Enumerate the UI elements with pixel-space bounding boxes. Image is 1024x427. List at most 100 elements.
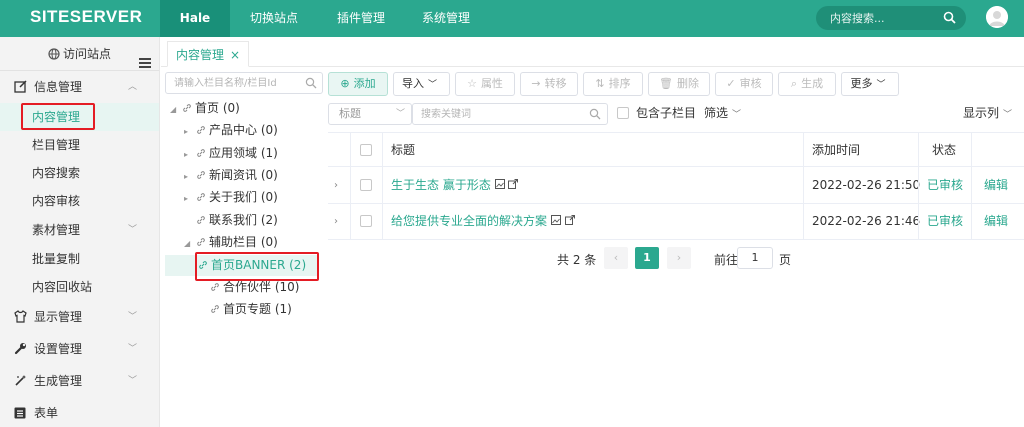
row-checkbox[interactable] (360, 179, 372, 191)
caret-right-icon[interactable]: ▸ (184, 188, 196, 209)
highlight-banner-node (195, 252, 319, 281)
content-search-input[interactable] (830, 6, 940, 30)
page-number-current[interactable]: 1 (635, 247, 659, 269)
sidebar-group-generate[interactable]: 生成管理 ﹀ (0, 365, 159, 397)
pagination-total: 共 2 条 (557, 253, 597, 267)
table-row[interactable]: › 生于生态 赢于形态 2022-02-26 21:50 已审核 编辑 (328, 168, 1024, 204)
caret-down-icon[interactable]: ◢ (184, 233, 196, 254)
add-button[interactable]: ⊕ 添加 (328, 72, 388, 96)
table-header: 标题 添加时间 状态 (328, 132, 1024, 167)
table-row[interactable]: › 给您提供专业全面的解决方案 2022-02-26 21:46 已审核 编辑 (328, 204, 1024, 240)
tree-node-news[interactable]: ▸ 新闻资讯 (0) (184, 165, 278, 186)
more-button[interactable]: 更多 ﹀ (841, 72, 899, 96)
close-icon[interactable]: × (230, 48, 240, 62)
nav-plugin-manage[interactable]: 插件管理 (318, 0, 404, 37)
sidebar-item-batch-copy[interactable]: 批量复制 (0, 245, 159, 273)
star-icon: ☆ (467, 77, 477, 90)
row-edit-link[interactable]: 编辑 (984, 204, 1008, 239)
sidebar-group-settings[interactable]: 设置管理 ﹀ (0, 333, 159, 365)
list-icon (14, 399, 28, 427)
select-all-checkbox[interactable] (360, 144, 372, 156)
filter-dropdown[interactable]: 筛选 ﹀ (704, 104, 741, 121)
expand-row-icon[interactable]: › (334, 204, 338, 239)
chevron-down-icon: ﹀ (127, 376, 137, 386)
row-edit-link[interactable]: 编辑 (984, 168, 1008, 203)
user-avatar[interactable] (986, 6, 1008, 28)
goto-page-input[interactable]: 1 (737, 247, 773, 269)
chevron-up-icon: ︿ (127, 82, 137, 92)
prev-page-button[interactable]: ‹ (604, 247, 628, 269)
sidebar-item-recycle[interactable]: 内容回收站 (0, 273, 159, 301)
include-children-checkbox[interactable] (617, 107, 629, 119)
tree-node-topics[interactable]: 首页专题 (1) (210, 299, 292, 320)
generate-button[interactable]: ⌕ 生成 (778, 72, 836, 96)
sidebar-group-info[interactable]: 信息管理 ︿ (0, 71, 159, 103)
image-icon (550, 214, 561, 228)
link-icon (196, 188, 206, 209)
caret-right-icon[interactable]: ▸ (184, 121, 196, 142)
row-title-link[interactable]: 生于生态 赢于形态 (391, 178, 491, 192)
tab-content-manage[interactable]: 内容管理 × (167, 41, 250, 67)
tree-node-home[interactable]: ◢ 首页 (0) (170, 98, 240, 119)
sidebar-group-forms[interactable]: 表单 (0, 397, 159, 427)
keyword-input[interactable] (421, 104, 581, 124)
channel-search-box (165, 72, 323, 94)
field-select[interactable]: 标题 ﹀ (328, 103, 412, 125)
delete-button[interactable]: 🗑 删除 (648, 72, 710, 96)
link-icon (182, 99, 192, 120)
arrow-right-icon: → (531, 77, 541, 90)
link-icon (196, 211, 206, 232)
col-status-header: 状态 (932, 143, 957, 157)
external-link-icon[interactable] (508, 178, 519, 192)
search-icon[interactable] (589, 108, 601, 123)
sidebar-item-content-search[interactable]: 内容搜索 (0, 159, 159, 187)
top-nav: Hale 切换站点 插件管理 系统管理 (160, 0, 488, 37)
tree-node-products[interactable]: ▸ 产品中心 (0) (184, 120, 278, 141)
sidebar-item-content-review[interactable]: 内容审核 (0, 187, 159, 215)
chevron-down-icon: ﹀ (1003, 110, 1013, 120)
nav-site-hale[interactable]: Hale (160, 0, 230, 37)
review-button[interactable]: ✓ 审核 (715, 72, 773, 96)
chevron-down-icon: ﹀ (127, 344, 137, 354)
caret-down-icon[interactable]: ◢ (170, 99, 182, 120)
row-status-badge: 已审核 (927, 214, 964, 228)
search-icon[interactable] (943, 11, 956, 27)
row-checkbox[interactable] (360, 215, 372, 227)
row-title-link[interactable]: 给您提供专业全面的解决方案 (391, 214, 547, 228)
nav-system-manage[interactable]: 系统管理 (404, 0, 488, 37)
sidebar: 访问站点 信息管理 ︿ 内容管理 栏目管理 内容搜索 内容审核 素材管理 ﹀ 批量… (0, 37, 160, 427)
wrench-icon (14, 335, 28, 367)
content-search-box (816, 6, 966, 30)
tree-node-contact[interactable]: 联系我们 (2) (184, 210, 278, 231)
caret-right-icon[interactable]: ▸ (184, 144, 196, 165)
external-link-icon[interactable] (564, 214, 575, 228)
channel-search-input[interactable] (174, 73, 304, 93)
next-page-button[interactable]: › (667, 247, 691, 269)
row-title-cell: 生于生态 赢于形态 (391, 168, 519, 203)
chevron-down-icon: ﹀ (876, 80, 886, 90)
tree-node-about[interactable]: ▸ 关于我们 (0) (184, 187, 278, 208)
magnifier-icon: ⌕ (790, 77, 798, 90)
sidebar-group-display[interactable]: 显示管理 ﹀ (0, 301, 159, 333)
tree-node-applications[interactable]: ▸ 应用领域 (1) (184, 143, 278, 164)
sort-button[interactable]: ⇅ 排序 (583, 72, 643, 96)
show-columns-dropdown[interactable]: 显示列 ﹀ (963, 104, 1012, 121)
nav-switch-site[interactable]: 切换站点 (230, 0, 318, 37)
caret-right-icon[interactable]: ▸ (184, 166, 196, 187)
keyword-search-box (412, 103, 608, 125)
transfer-button[interactable]: → 转移 (520, 72, 578, 96)
tree-node-aux[interactable]: ◢ 辅助栏目 (0) (184, 232, 278, 253)
check-circle-icon: ✓ (726, 77, 736, 90)
col-title-header: 标题 (391, 143, 416, 157)
sidebar-item-channel-manage[interactable]: 栏目管理 (0, 131, 159, 159)
col-added-header[interactable]: 添加时间 (812, 133, 860, 168)
attributes-button[interactable]: ☆ 属性 (455, 72, 515, 96)
sidebar-group-label: 信息管理 (34, 80, 83, 94)
expand-row-icon[interactable]: › (334, 168, 338, 203)
visit-site-bar[interactable]: 访问站点 (0, 37, 159, 71)
search-icon[interactable] (305, 77, 317, 92)
siteserver-logo[interactable]: SITESERVER (30, 7, 142, 27)
sidebar-item-material-manage[interactable]: 素材管理 ﹀ (0, 215, 159, 245)
import-button[interactable]: 导入 ﹀ (393, 72, 450, 96)
link-icon (196, 166, 206, 187)
